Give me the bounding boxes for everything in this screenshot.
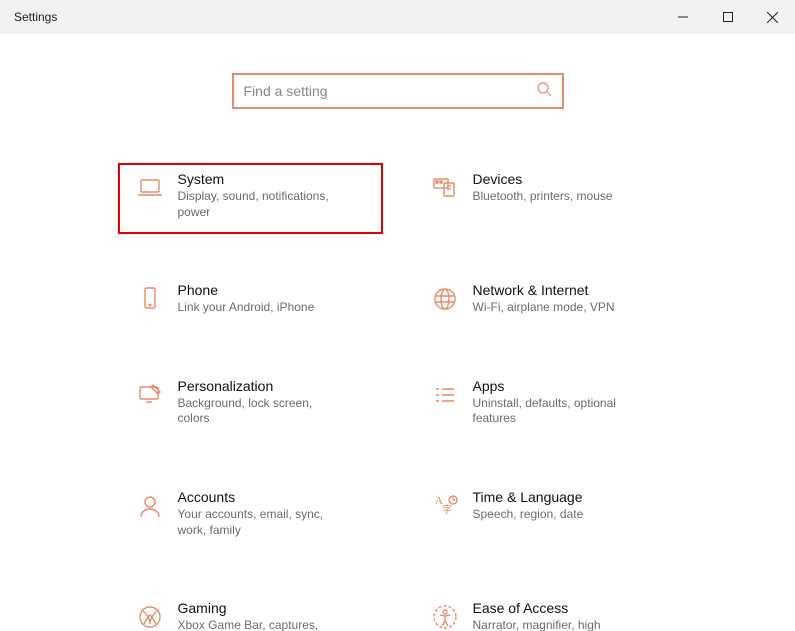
tile-time-language[interactable]: A 字 Time & Language Speech, region, date (413, 481, 678, 552)
laptop-icon (126, 171, 174, 203)
apps-icon (421, 378, 469, 410)
window-controls (660, 0, 795, 34)
search-icon (536, 81, 552, 102)
tile-desc: Link your Android, iPhone (178, 300, 348, 316)
tile-title: Devices (473, 171, 670, 187)
tile-title: Accounts (178, 489, 375, 505)
minimize-button[interactable] (660, 0, 705, 34)
tile-desc: Display, sound, notifications, power (178, 189, 348, 220)
tile-accounts[interactable]: Accounts Your accounts, email, sync, wor… (118, 481, 383, 552)
maximize-button[interactable] (705, 0, 750, 34)
personalization-icon (126, 378, 174, 410)
tile-title: Network & Internet (473, 282, 670, 298)
tile-desc: Xbox Game Bar, captures, Game (178, 618, 348, 631)
tile-apps[interactable]: Apps Uninstall, defaults, optional featu… (413, 370, 678, 441)
tile-desc: Wi-Fi, airplane mode, VPN (473, 300, 643, 316)
tile-desc: Your accounts, email, sync, work, family (178, 507, 348, 538)
person-icon (126, 489, 174, 521)
tile-ease-of-access[interactable]: Ease of Access Narrator, magnifier, high (413, 592, 678, 631)
devices-icon (421, 171, 469, 203)
tile-network[interactable]: Network & Internet Wi-Fi, airplane mode,… (413, 274, 678, 330)
tile-desc: Narrator, magnifier, high (473, 618, 643, 631)
svg-text:字: 字 (442, 503, 452, 516)
tile-title: Apps (473, 378, 670, 394)
tile-gaming[interactable]: Gaming Xbox Game Bar, captures, Game (118, 592, 383, 631)
window-title: Settings (14, 10, 660, 24)
time-language-icon: A 字 (421, 489, 469, 521)
titlebar: Settings (0, 0, 795, 34)
phone-icon (126, 282, 174, 314)
search-input[interactable] (244, 83, 536, 99)
accessibility-icon (421, 600, 469, 631)
settings-grid: System Display, sound, notifications, po… (118, 163, 678, 631)
tile-desc: Speech, region, date (473, 507, 643, 523)
tile-desc: Uninstall, defaults, optional features (473, 396, 643, 427)
tile-devices[interactable]: Devices Bluetooth, printers, mouse (413, 163, 678, 234)
tile-title: Gaming (178, 600, 375, 616)
tile-desc: Background, lock screen, colors (178, 396, 348, 427)
content: System Display, sound, notifications, po… (0, 34, 795, 631)
tile-system[interactable]: System Display, sound, notifications, po… (118, 163, 383, 234)
tile-title: Time & Language (473, 489, 670, 505)
search-box[interactable] (233, 74, 563, 108)
close-button[interactable] (750, 0, 795, 34)
tile-phone[interactable]: Phone Link your Android, iPhone (118, 274, 383, 330)
tile-title: Ease of Access (473, 600, 670, 616)
tile-title: Personalization (178, 378, 375, 394)
tile-title: Phone (178, 282, 375, 298)
tile-title: System (178, 171, 375, 187)
tile-personalization[interactable]: Personalization Background, lock screen,… (118, 370, 383, 441)
globe-icon (421, 282, 469, 314)
tile-desc: Bluetooth, printers, mouse (473, 189, 643, 205)
search-wrap (0, 74, 795, 108)
xbox-icon (126, 600, 174, 631)
